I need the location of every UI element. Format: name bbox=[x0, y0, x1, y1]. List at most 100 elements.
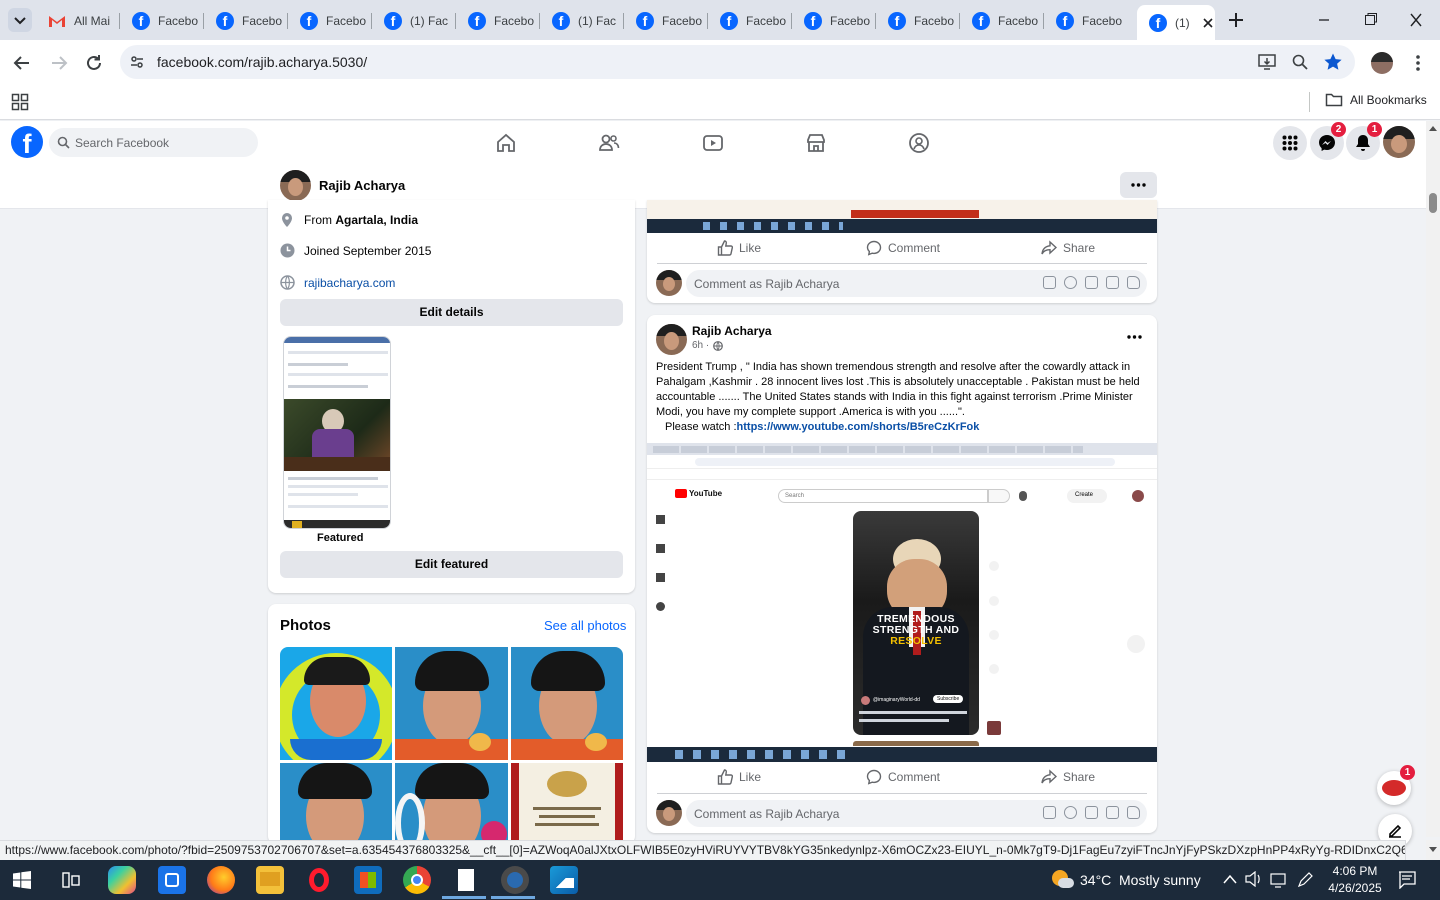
sticker-icon[interactable] bbox=[1127, 276, 1140, 289]
scroll-up-icon[interactable] bbox=[1429, 125, 1437, 131]
post-options-icon[interactable] bbox=[1127, 335, 1142, 339]
page-scrollbar[interactable] bbox=[1426, 121, 1440, 837]
friends-icon[interactable] bbox=[598, 132, 620, 154]
gif-icon[interactable] bbox=[1106, 276, 1119, 289]
avatar-sticker-icon[interactable] bbox=[1043, 276, 1056, 289]
copilot-taskbar-icon[interactable] bbox=[108, 866, 136, 894]
chrome-profile-avatar[interactable] bbox=[1371, 52, 1393, 74]
browser-tab[interactable]: f Facebo bbox=[120, 6, 204, 36]
browser-tab[interactable]: f Facebo bbox=[708, 6, 792, 36]
clock-date[interactable]: 4/26/2025 bbox=[1320, 881, 1390, 895]
back-button[interactable] bbox=[10, 51, 34, 75]
weather-widget[interactable] bbox=[1050, 868, 1074, 890]
browser-tab[interactable]: f Facebo bbox=[456, 6, 540, 36]
browser-tab[interactable]: f Facebo bbox=[204, 6, 288, 36]
camera-icon[interactable] bbox=[1085, 806, 1098, 819]
avatar-sticker-icon[interactable] bbox=[1043, 806, 1056, 819]
weather-temp[interactable]: 34°C bbox=[1080, 872, 1111, 888]
intro-website-link[interactable]: rajibacharya.com bbox=[304, 276, 395, 290]
new-tab-button[interactable] bbox=[1224, 8, 1248, 32]
tab-search-button[interactable] bbox=[8, 8, 32, 32]
emoji-icon[interactable] bbox=[1064, 276, 1077, 289]
edit-featured-button[interactable]: Edit featured bbox=[280, 551, 623, 578]
intro-from-place[interactable]: Agartala, India bbox=[335, 213, 418, 227]
commenter-avatar[interactable] bbox=[656, 800, 682, 826]
video-icon[interactable] bbox=[702, 132, 724, 154]
restore-button[interactable] bbox=[1358, 10, 1382, 30]
browser-tab[interactable]: f Facebo bbox=[1044, 6, 1128, 36]
photo-thumbnail[interactable] bbox=[395, 763, 508, 844]
opera-taskbar-icon[interactable] bbox=[305, 866, 333, 894]
browser-tab[interactable]: f Facebo bbox=[960, 6, 1044, 36]
messenger-button[interactable]: 2 bbox=[1310, 122, 1346, 160]
menu-button[interactable] bbox=[1273, 126, 1307, 160]
sticker-icon[interactable] bbox=[1127, 806, 1140, 819]
profile-avatar[interactable] bbox=[280, 170, 311, 201]
featured-thumbnail[interactable] bbox=[283, 336, 391, 529]
previous-post-share-button[interactable]: Share bbox=[1041, 240, 1095, 256]
chevron-up-icon[interactable] bbox=[1223, 874, 1237, 884]
profile-name[interactable]: Rajib Acharya bbox=[319, 178, 405, 193]
browser-tab[interactable]: f (1) bbox=[1137, 5, 1215, 40]
home-icon[interactable] bbox=[495, 132, 517, 154]
pen-icon[interactable] bbox=[1296, 871, 1314, 889]
browser-tab[interactable]: f (1) Fac bbox=[540, 6, 624, 36]
chat-head[interactable]: 1 bbox=[1377, 765, 1415, 805]
facebook-search-input[interactable]: Search Facebook bbox=[49, 128, 258, 157]
address-bar[interactable]: facebook.com/rajib.acharya.5030/ bbox=[120, 45, 1355, 79]
app-taskbar-icon[interactable] bbox=[158, 866, 186, 894]
post-comment-input[interactable]: Comment as Rajib Acharya bbox=[686, 800, 1147, 827]
weather-desc[interactable]: Mostly sunny bbox=[1119, 872, 1201, 888]
post-author-name[interactable]: Rajib Acharya bbox=[692, 324, 772, 338]
previous-post-comment-button[interactable]: Comment bbox=[866, 240, 940, 256]
volume-icon[interactable] bbox=[1245, 871, 1263, 887]
install-app-icon[interactable] bbox=[1257, 53, 1277, 71]
post-time[interactable]: 6h · bbox=[692, 340, 709, 351]
post-youtube-link[interactable]: https://www.youtube.com/shorts/B5reCzKrF… bbox=[737, 421, 980, 433]
shorts-video[interactable]: TREMENDOUS STRENGTH AND RESOLVE @imagina… bbox=[853, 511, 979, 735]
bookmark-star-icon[interactable] bbox=[1323, 52, 1343, 72]
previous-post-like-button[interactable]: Like bbox=[717, 240, 761, 256]
zoom-icon[interactable] bbox=[1291, 53, 1309, 71]
network-icon[interactable] bbox=[1270, 872, 1288, 888]
photo-thumbnail[interactable] bbox=[280, 647, 392, 760]
commenter-avatar[interactable] bbox=[656, 270, 682, 296]
post-like-button[interactable]: Like bbox=[717, 769, 761, 785]
all-bookmarks-button[interactable]: All Bookmarks bbox=[1325, 92, 1427, 108]
marketplace-icon[interactable] bbox=[805, 132, 827, 154]
facebook-logo[interactable]: f bbox=[11, 126, 43, 159]
store-taskbar-icon[interactable] bbox=[354, 866, 382, 894]
see-all-photos-link[interactable]: See all photos bbox=[544, 618, 626, 633]
previous-post-comment-input[interactable]: Comment as Rajib Acharya bbox=[686, 270, 1147, 297]
post-comment-button[interactable]: Comment bbox=[866, 769, 940, 785]
browser-tab[interactable]: f (1) Fac bbox=[372, 6, 456, 36]
photo-thumbnail[interactable] bbox=[280, 763, 392, 844]
reload-button[interactable] bbox=[82, 51, 106, 75]
notification-center-icon[interactable] bbox=[1398, 871, 1416, 889]
photos-taskbar-icon[interactable] bbox=[550, 866, 578, 894]
browser-tab[interactable]: f Facebo bbox=[792, 6, 876, 36]
post-image[interactable]: YouTube Search Create TREMENDOUS STRENGT… bbox=[647, 443, 1157, 762]
minimize-button[interactable] bbox=[1312, 10, 1336, 30]
apps-grid-icon[interactable] bbox=[11, 93, 29, 111]
chrome-taskbar-icon[interactable] bbox=[403, 866, 431, 894]
post-share-button[interactable]: Share bbox=[1041, 769, 1095, 785]
photo-thumbnail[interactable] bbox=[395, 647, 508, 760]
clock-time[interactable]: 4:06 PM bbox=[1320, 864, 1390, 878]
site-info-icon[interactable] bbox=[129, 54, 145, 70]
browser-tab[interactable]: f Facebo bbox=[288, 6, 372, 36]
forward-button[interactable] bbox=[47, 51, 71, 75]
profile-more-button[interactable] bbox=[1120, 172, 1157, 198]
camera-icon[interactable] bbox=[1085, 276, 1098, 289]
gif-icon[interactable] bbox=[1106, 806, 1119, 819]
url-text[interactable]: facebook.com/rajib.acharya.5030/ bbox=[157, 54, 367, 70]
photo-thumbnail[interactable] bbox=[511, 647, 623, 760]
scroll-down-icon[interactable] bbox=[1429, 847, 1437, 853]
emoji-icon[interactable] bbox=[1064, 806, 1077, 819]
windows-start-icon[interactable] bbox=[13, 871, 31, 889]
close-window-button[interactable] bbox=[1404, 10, 1428, 30]
account-avatar[interactable] bbox=[1383, 126, 1415, 158]
task-view-icon[interactable] bbox=[62, 872, 80, 888]
notifications-button[interactable]: 1 bbox=[1346, 122, 1382, 160]
scrollbar-thumb[interactable] bbox=[1429, 193, 1437, 213]
